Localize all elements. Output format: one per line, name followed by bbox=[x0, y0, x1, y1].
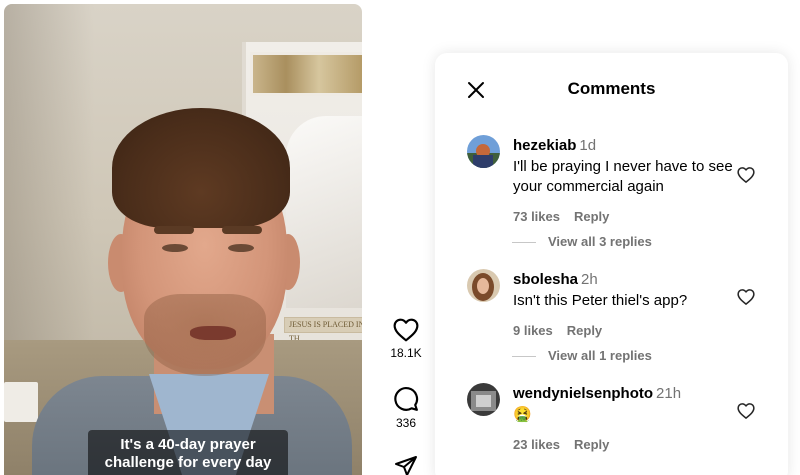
comments-header: Comments bbox=[435, 53, 788, 125]
caption-line-1: It's a 40-day prayer bbox=[120, 436, 256, 453]
reply-button[interactable]: Reply bbox=[567, 323, 602, 338]
reply-button[interactable]: Reply bbox=[574, 209, 609, 224]
heart-icon[interactable] bbox=[737, 288, 755, 306]
person-brow-left bbox=[154, 226, 194, 234]
heart-icon[interactable] bbox=[393, 318, 419, 342]
view-replies-button[interactable]: View all 3 replies bbox=[512, 233, 732, 253]
paper-plane-icon[interactable] bbox=[393, 454, 419, 475]
comment-text-line: your commercial again bbox=[513, 178, 664, 195]
comment-likes[interactable]: 23 likes bbox=[513, 437, 560, 452]
comment-likes[interactable]: 9 likes bbox=[513, 323, 553, 338]
comment-text: 🤮 bbox=[513, 405, 743, 425]
heart-icon[interactable] bbox=[737, 166, 755, 184]
replies-divider bbox=[512, 242, 536, 243]
reply-button[interactable]: Reply bbox=[574, 437, 609, 452]
comment-time: 2h bbox=[581, 271, 598, 288]
heart-icon[interactable] bbox=[737, 402, 755, 420]
view-replies-button[interactable]: View all 1 replies bbox=[512, 347, 732, 367]
comment-likes[interactable]: 73 likes bbox=[513, 209, 560, 224]
speech-bubble-icon[interactable] bbox=[393, 386, 419, 412]
comment-meta: 23 likes Reply bbox=[513, 437, 743, 452]
comment-username[interactable]: hezekiab bbox=[513, 137, 576, 154]
relief-plaque: JESUS IS PLACED IN TH bbox=[284, 317, 362, 343]
avatar[interactable] bbox=[467, 269, 500, 302]
comment-username[interactable]: sbolesha bbox=[513, 271, 578, 288]
comment-count: 336 bbox=[395, 416, 417, 430]
share-action[interactable] bbox=[386, 454, 426, 475]
comment-text-line: I'll be praying I never have to see bbox=[513, 158, 733, 175]
person-eye-right bbox=[228, 244, 254, 252]
video-caption: It's a 40-day prayer challenge for every… bbox=[88, 430, 288, 475]
replies-divider bbox=[512, 356, 536, 357]
comment-body: hezekiab 1d I'll be praying I never have … bbox=[513, 137, 743, 224]
person-brow-right bbox=[222, 226, 262, 234]
person-mouth bbox=[190, 326, 236, 340]
comment-body: sbolesha 2h Isn't this Peter thiel's app?… bbox=[513, 271, 743, 338]
person-hair bbox=[112, 108, 290, 228]
comment-meta: 9 likes Reply bbox=[513, 323, 743, 338]
relief-ornament bbox=[250, 52, 362, 96]
view-replies-label[interactable]: View all 3 replies bbox=[548, 234, 652, 249]
comment-text: Isn't this Peter thiel's app? bbox=[513, 291, 743, 311]
comment-text: I'll be praying I never have to see your… bbox=[513, 157, 743, 197]
comment-text-line: 🤮 bbox=[513, 406, 532, 423]
comment-time: 1d bbox=[579, 137, 597, 154]
video-player[interactable]: JESUS IS PLACED IN TH It's a 40-day pray… bbox=[4, 4, 362, 475]
comment-body: wendynielsenphoto 21h 🤮 23 likes Reply bbox=[513, 385, 743, 452]
comment-text-line: Isn't this Peter thiel's app? bbox=[513, 292, 688, 309]
comment-meta: 73 likes Reply bbox=[513, 209, 743, 224]
avatar[interactable] bbox=[467, 383, 500, 416]
like-action[interactable]: 18.1K bbox=[386, 318, 426, 360]
person-eye-left bbox=[162, 244, 188, 252]
comments-panel: Comments hezekiab 1d I'll be praying I ne… bbox=[435, 53, 788, 475]
comments-title: Comments bbox=[567, 79, 656, 98]
comment-time: 21h bbox=[656, 385, 682, 402]
view-replies-label[interactable]: View all 1 replies bbox=[548, 348, 652, 363]
avatar[interactable] bbox=[467, 135, 500, 168]
chair bbox=[4, 382, 38, 422]
comment-action[interactable]: 336 bbox=[386, 386, 426, 430]
like-count: 18.1K bbox=[390, 346, 422, 360]
comment-username[interactable]: wendynielsenphoto bbox=[513, 385, 653, 402]
caption-line-2: challenge for every day bbox=[104, 454, 272, 471]
